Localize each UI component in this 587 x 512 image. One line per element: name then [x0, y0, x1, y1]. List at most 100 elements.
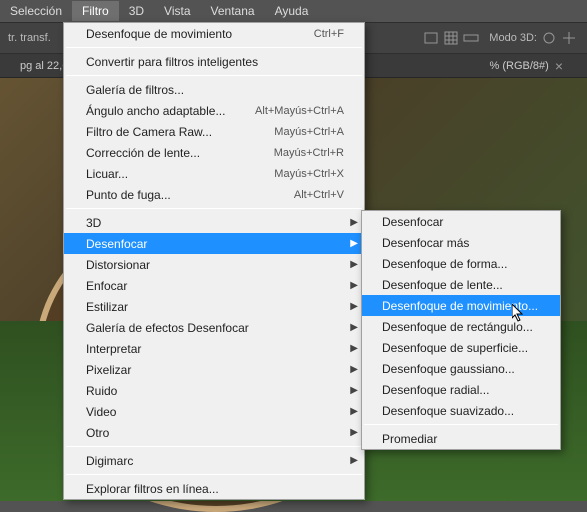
menu-sharpen-sub[interactable]: Enfocar ▶ [64, 275, 364, 296]
blur-submenu-item-label: Desenfocar más [382, 236, 469, 250]
menu-distort-sub-label: Distorsionar [86, 258, 150, 272]
blur-submenu-item-label: Desenfoque de rectángulo... [382, 320, 533, 334]
menu-blur-sub-label: Desenfocar [86, 237, 147, 251]
doc-tab-right[interactable]: % (RGB/8#) × [480, 54, 573, 78]
menu-liquify-label: Licuar... [86, 167, 128, 181]
view-icon[interactable] [423, 30, 439, 46]
shortcut: Ctrl+F [314, 28, 344, 40]
chevron-right-icon: ▶ [350, 385, 358, 396]
orbit-icon[interactable] [541, 30, 557, 46]
chevron-right-icon: ▶ [350, 343, 358, 354]
blur-submenu: Desenfocar Desenfocar más Desenfoque de fo… [361, 210, 561, 450]
blur-submenu-item[interactable]: Desenfoque radial... [362, 379, 560, 400]
separator [66, 474, 362, 475]
blur-submenu-item[interactable]: Desenfoque de forma... [362, 253, 560, 274]
mode3d-label: Modo 3D: [489, 32, 537, 44]
chevron-right-icon: ▶ [350, 259, 358, 270]
menu-noise-sub[interactable]: Ruido ▶ [64, 380, 364, 401]
shortcut: Alt+Mayús+Ctrl+A [255, 105, 344, 117]
menu-browse-online[interactable]: Explorar filtros en línea... [64, 478, 364, 499]
chevron-right-icon: ▶ [350, 217, 358, 228]
grid-icon[interactable] [443, 30, 459, 46]
blur-submenu-item[interactable]: Desenfoque gaussiano... [362, 358, 560, 379]
menu-pixelate-sub[interactable]: Pixelizar ▶ [64, 359, 364, 380]
chevron-right-icon: ▶ [350, 455, 358, 466]
chevron-right-icon: ▶ [350, 364, 358, 375]
doc-tab-right-label: % (RGB/8#) [490, 60, 549, 72]
menu-recent-filter-label: Desenfoque de movimiento [86, 27, 232, 41]
separator [66, 75, 362, 76]
menu-sharpen-sub-label: Enfocar [86, 279, 127, 293]
blur-submenu-item-label: Desenfoque de superficie... [382, 341, 528, 355]
menu-other-sub[interactable]: Otro ▶ [64, 422, 364, 443]
menu-3d-sub-label: 3D [86, 216, 101, 230]
blur-submenu-item-label: Promediar [382, 432, 437, 446]
menu-recent-filter[interactable]: Desenfoque de movimiento Ctrl+F [64, 23, 364, 44]
blur-submenu-item[interactable]: Desenfoque de superficie... [362, 337, 560, 358]
filtro-dropdown: Desenfoque de movimiento Ctrl+F Converti… [63, 22, 365, 500]
menu-distort-sub[interactable]: Distorsionar ▶ [64, 254, 364, 275]
menu-browse-online-label: Explorar filtros en línea... [86, 482, 219, 496]
menu-vanishing-point-label: Punto de fuga... [86, 188, 171, 202]
menu-noise-sub-label: Ruido [86, 384, 117, 398]
menu-digimarc-sub[interactable]: Digimarc ▶ [64, 450, 364, 471]
menu-render-sub[interactable]: Interpretar ▶ [64, 338, 364, 359]
menu-video-sub[interactable]: Video ▶ [64, 401, 364, 422]
blur-submenu-item[interactable]: Desenfoque de rectángulo... [362, 316, 560, 337]
menu-camera-raw[interactable]: Filtro de Camera Raw... Mayús+Ctrl+A [64, 121, 364, 142]
menu-3d[interactable]: 3D [119, 1, 154, 21]
ruler-icon[interactable] [463, 30, 479, 46]
shortcut: Mayús+Ctrl+R [274, 147, 344, 159]
pan-icon[interactable] [561, 30, 577, 46]
separator [364, 424, 558, 425]
menu-digimarc-sub-label: Digimarc [86, 454, 133, 468]
menu-seleccion[interactable]: Selección [0, 1, 72, 21]
menu-video-sub-label: Video [86, 405, 116, 419]
menu-blur-sub[interactable]: Desenfocar ▶ [64, 233, 364, 254]
blur-submenu-item[interactable]: Desenfocar más [362, 232, 560, 253]
menu-ayuda[interactable]: Ayuda [265, 1, 319, 21]
chevron-right-icon: ▶ [350, 280, 358, 291]
blur-submenu-item-label: Desenfocar [382, 215, 443, 229]
menu-lens-correction[interactable]: Corrección de lente... Mayús+Ctrl+R [64, 142, 364, 163]
menu-adaptive-wide-label: Ángulo ancho adaptable... [86, 104, 225, 118]
blur-submenu-item[interactable]: Promediar [362, 428, 560, 449]
menu-vista[interactable]: Vista [154, 1, 200, 21]
chevron-right-icon: ▶ [350, 406, 358, 417]
menu-blur-gallery-sub[interactable]: Galería de efectos Desenfocar ▶ [64, 317, 364, 338]
menu-liquify[interactable]: Licuar... Mayús+Ctrl+X [64, 163, 364, 184]
chevron-right-icon: ▶ [350, 427, 358, 438]
blur-submenu-item-label: Desenfoque radial... [382, 383, 489, 397]
menu-stylize-sub[interactable]: Estilizar ▶ [64, 296, 364, 317]
menu-filter-gallery-label: Galería de filtros... [86, 83, 184, 97]
blur-submenu-item[interactable]: Desenfoque de movimiento... [362, 295, 560, 316]
shortcut: Mayús+Ctrl+X [274, 168, 344, 180]
blur-submenu-item[interactable]: Desenfoque de lente... [362, 274, 560, 295]
blur-submenu-item-label: Desenfoque suavizado... [382, 404, 514, 418]
close-icon[interactable]: × [555, 58, 563, 74]
menu-other-sub-label: Otro [86, 426, 109, 440]
transform-label: tr. transf. [8, 32, 51, 44]
menu-convert-smart[interactable]: Convertir para filtros inteligentes [64, 51, 364, 72]
separator [66, 446, 362, 447]
shortcut: Mayús+Ctrl+A [274, 126, 344, 138]
menu-adaptive-wide[interactable]: Ángulo ancho adaptable... Alt+Mayús+Ctrl… [64, 100, 364, 121]
cursor-icon [512, 304, 526, 324]
menu-render-sub-label: Interpretar [86, 342, 141, 356]
blur-submenu-item-label: Desenfoque gaussiano... [382, 362, 515, 376]
menu-3d-sub[interactable]: 3D ▶ [64, 212, 364, 233]
separator [66, 208, 362, 209]
chevron-right-icon: ▶ [350, 238, 358, 249]
menu-filter-gallery[interactable]: Galería de filtros... [64, 79, 364, 100]
menubar: Selección Filtro 3D Vista Ventana Ayuda [0, 0, 587, 22]
blur-submenu-item[interactable]: Desenfocar [362, 211, 560, 232]
menu-vanishing-point[interactable]: Punto de fuga... Alt+Ctrl+V [64, 184, 364, 205]
chevron-right-icon: ▶ [350, 322, 358, 333]
menu-stylize-sub-label: Estilizar [86, 300, 128, 314]
menu-ventana[interactable]: Ventana [201, 1, 265, 21]
chevron-right-icon: ▶ [350, 301, 358, 312]
blur-submenu-item[interactable]: Desenfoque suavizado... [362, 400, 560, 421]
separator [66, 47, 362, 48]
blur-submenu-item-label: Desenfoque de forma... [382, 257, 507, 271]
menu-filtro[interactable]: Filtro [72, 1, 119, 21]
